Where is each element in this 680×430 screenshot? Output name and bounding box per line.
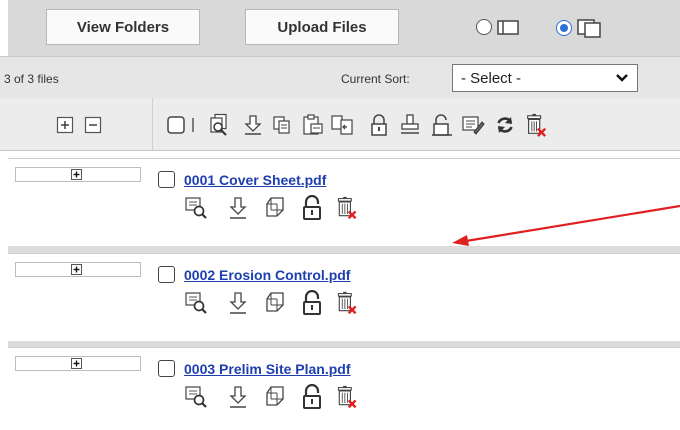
stamp-icon[interactable]: [398, 113, 422, 137]
file-checkbox[interactable]: [158, 360, 175, 377]
toolbar-divider: [152, 98, 153, 150]
sort-label: Current Sort:: [341, 72, 410, 86]
grid-view-icon: [577, 19, 601, 38]
download-icon[interactable]: [241, 113, 265, 137]
file-checkbox[interactable]: [158, 171, 175, 188]
collapse-all-icon[interactable]: [81, 113, 105, 137]
file-row: 0001 Cover Sheet.pdf: [8, 158, 680, 247]
plus-icon: [71, 358, 82, 369]
plus-icon: [71, 169, 82, 180]
file-checkbox[interactable]: [158, 266, 175, 283]
sort-select-value: - Select -: [461, 69, 522, 87]
copy-icon[interactable]: [263, 195, 287, 221]
expand-all-icon[interactable]: [53, 113, 77, 137]
copy-icon[interactable]: [263, 290, 287, 316]
delete-icon[interactable]: [335, 290, 359, 316]
list-view-radio[interactable]: [476, 19, 492, 35]
copy-icon[interactable]: [270, 113, 294, 137]
move-icon[interactable]: [301, 113, 325, 137]
action-toolbar: [0, 98, 680, 151]
separator: [188, 113, 198, 137]
chevron-down-icon: [616, 74, 628, 82]
merge-icon[interactable]: [330, 113, 354, 137]
grid-view-radio[interactable]: [556, 20, 572, 36]
file-row: 0003 Prelim Site Plan.pdf: [8, 347, 680, 430]
download-icon[interactable]: [226, 195, 250, 221]
upload-files-button[interactable]: Upload Files: [245, 9, 399, 45]
file-link[interactable]: 0002 Erosion Control.pdf: [184, 267, 350, 283]
sort-bar: 3 of 3 files Current Sort: - Select -: [0, 56, 680, 99]
search-document-icon[interactable]: [207, 113, 231, 137]
file-link[interactable]: 0003 Prelim Site Plan.pdf: [184, 361, 351, 377]
view-icon[interactable]: [184, 290, 208, 316]
view-folders-button[interactable]: View Folders: [46, 9, 200, 45]
view-icon[interactable]: [184, 195, 208, 221]
download-icon[interactable]: [226, 290, 250, 316]
list-view-option[interactable]: [476, 18, 519, 36]
unlock-icon[interactable]: [300, 384, 324, 410]
delete-icon[interactable]: [524, 113, 548, 137]
unlock-icon[interactable]: [300, 195, 324, 221]
list-view-icon: [497, 20, 519, 35]
top-toolbar: View Folders Upload Files: [8, 0, 680, 56]
unlock-icon[interactable]: [430, 113, 454, 137]
expand-row-button[interactable]: [15, 356, 141, 371]
delete-icon[interactable]: [335, 384, 359, 410]
delete-icon[interactable]: [335, 195, 359, 221]
expand-row-button[interactable]: [15, 262, 141, 277]
expand-row-button[interactable]: [15, 167, 141, 182]
edit-icon[interactable]: [461, 113, 485, 137]
file-count: 3 of 3 files: [4, 72, 59, 86]
file-link[interactable]: 0001 Cover Sheet.pdf: [184, 172, 326, 188]
unlock-icon[interactable]: [300, 290, 324, 316]
copy-icon[interactable]: [263, 384, 287, 410]
view-icon[interactable]: [184, 384, 208, 410]
select-all-checkbox[interactable]: [164, 113, 188, 137]
file-row: 0002 Erosion Control.pdf: [8, 253, 680, 342]
plus-icon: [71, 264, 82, 275]
lock-icon[interactable]: [367, 113, 391, 137]
download-icon[interactable]: [226, 384, 250, 410]
refresh-icon[interactable]: [493, 113, 517, 137]
sort-select[interactable]: - Select -: [452, 64, 638, 92]
grid-view-option[interactable]: [556, 18, 601, 38]
